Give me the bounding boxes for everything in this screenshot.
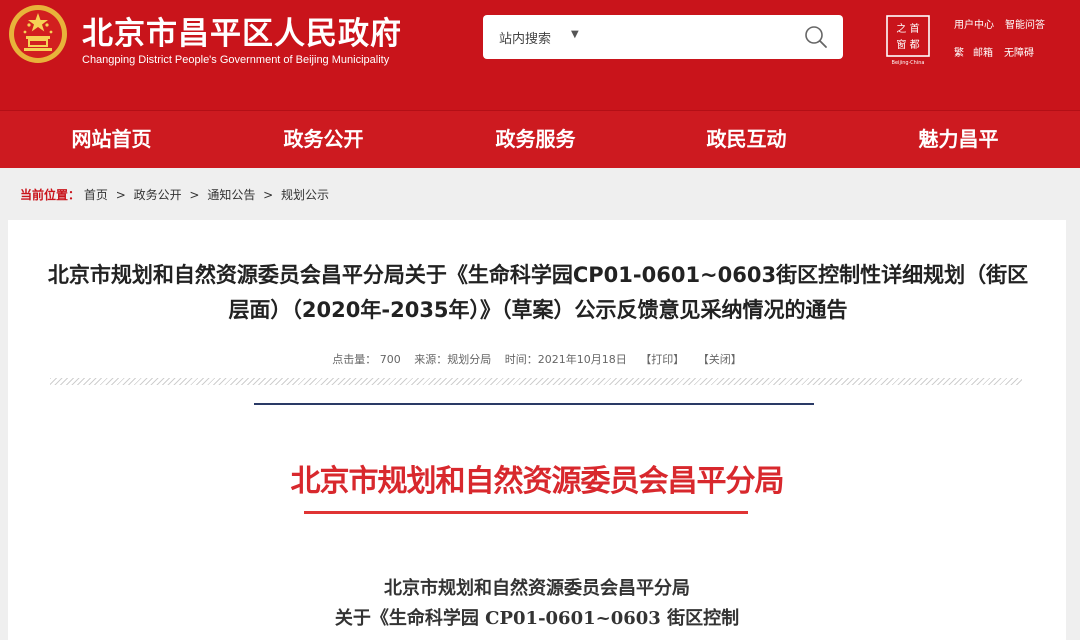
document-red-rule — [304, 511, 748, 514]
article-time: 时间：2021年10月18日 — [504, 353, 627, 366]
caret-down-icon[interactable]: ▼ — [571, 29, 579, 40]
document-top-rule — [254, 403, 814, 405]
divider — [50, 378, 1022, 385]
document-red-header: 北京市规划和自然资源委员会昌平分局 — [290, 464, 785, 499]
search-box: 站内搜索 ▼ — [483, 15, 843, 59]
nav-item-charm-changping[interactable]: 魅力昌平 — [853, 111, 1064, 168]
breadcrumb-separator: > — [189, 188, 200, 202]
nav-item-interaction[interactable]: 政民互动 — [641, 111, 852, 168]
article-content: 北京市规划和自然资源委员会昌平分局关于《生命科学园CP01-0601~0603街… — [8, 220, 1066, 640]
article-source: 来源：规划分局 — [414, 353, 492, 366]
search-input[interactable] — [589, 23, 783, 53]
search-icon[interactable] — [803, 24, 829, 50]
nav-item-government-affairs[interactable]: 政务公开 — [218, 111, 429, 168]
search-scope-select[interactable]: 站内搜索 — [499, 28, 551, 47]
svg-text:之 首: 之 首 — [896, 22, 919, 35]
traditional-chinese-link[interactable]: 繁 — [954, 44, 964, 59]
breadcrumb-home[interactable]: 首页 — [84, 188, 108, 202]
nav-item-home[interactable]: 网站首页 — [6, 111, 217, 168]
click-count: 点击量： 700 — [332, 353, 401, 366]
breadcrumb: 当前位置： 首页 > 政务公开 > 通知公告 > 规划公示 — [20, 186, 329, 203]
accessibility-link[interactable]: 无障碍 — [1004, 44, 1034, 59]
document-title-line: 北京市规划和自然资源委员会昌平分局 — [384, 578, 690, 599]
capital-beijing-logo: 之 首 窗 都 Beijing·China — [886, 15, 930, 66]
document-title-line: 关于《生命科学园 CP01-0601~0603 街区控制 — [334, 608, 740, 629]
breadcrumb-notices[interactable]: 通知公告 — [207, 188, 255, 202]
national-emblem-icon — [9, 5, 67, 63]
svg-text:窗 都: 窗 都 — [896, 38, 919, 51]
main-nav: 网站首页 政务公开 政务服务 政民互动 魅力昌平 — [0, 110, 1080, 168]
article-title: 北京市规划和自然资源委员会昌平分局关于《生命科学园CP01-0601~0603街… — [47, 263, 1029, 322]
breadcrumb-separator: > — [263, 188, 274, 202]
close-link[interactable]: 【关闭】 — [698, 353, 742, 366]
site-subtitle: Changping District People's Government o… — [82, 54, 390, 66]
print-link[interactable]: 【打印】 — [640, 353, 684, 366]
site-header: 北京市昌平区人民政府 Changping District People's G… — [0, 0, 1080, 110]
smart-qa-link[interactable]: 智能问答 — [1005, 16, 1045, 31]
breadcrumb-label: 当前位置： — [20, 188, 81, 202]
breadcrumb-planning[interactable]: 规划公示 — [281, 188, 329, 202]
site-title[interactable]: 北京市昌平区人民政府 — [82, 8, 402, 53]
user-center-link[interactable]: 用户中心 — [954, 16, 994, 31]
article-meta: 点击量： 700 来源：规划分局 时间：2021年10月18日 【打印】 【关闭… — [8, 351, 1066, 367]
breadcrumb-separator: > — [115, 188, 126, 202]
nav-item-government-services[interactable]: 政务服务 — [430, 111, 641, 168]
svg-text:Beijing·China: Beijing·China — [892, 60, 925, 66]
mailbox-link[interactable]: 邮箱 — [973, 44, 993, 59]
breadcrumb-government-affairs[interactable]: 政务公开 — [134, 188, 182, 202]
